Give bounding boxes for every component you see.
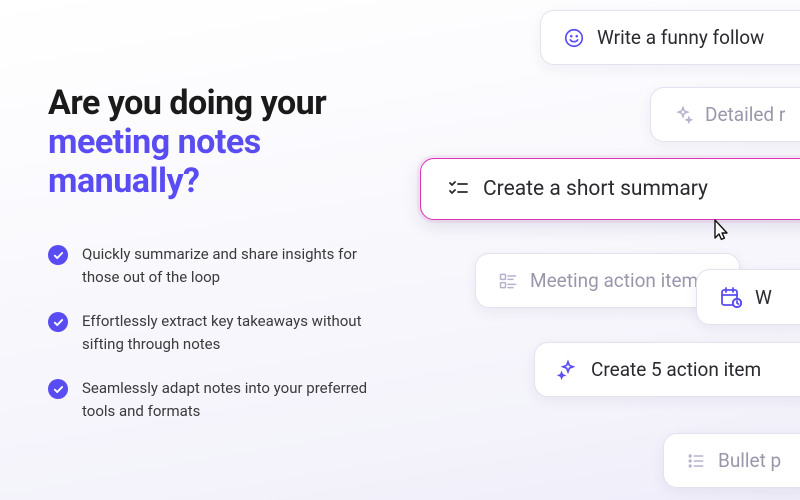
suggestion-pill-actions[interactable]: Create 5 action item xyxy=(534,342,800,397)
feature-text: Effortlessly extract key takeaways witho… xyxy=(82,310,372,355)
pill-label: Write a funny follow xyxy=(597,26,764,49)
sparkles-icon xyxy=(557,359,579,381)
calendar-clock-icon xyxy=(719,285,743,309)
list-icon xyxy=(686,451,706,471)
feature-item: Effortlessly extract key takeaways witho… xyxy=(48,310,380,355)
check-icon xyxy=(48,379,68,399)
page-title: Are you doing your meeting notes manuall… xyxy=(48,84,380,201)
headline-accent: meeting notes manually? xyxy=(48,122,261,201)
suggestion-cloud: Write a funny follow Detailed r Create a… xyxy=(400,0,800,500)
grid-list-icon xyxy=(498,271,518,291)
suggestion-pill-detailed[interactable]: Detailed r xyxy=(650,87,800,142)
smile-icon xyxy=(563,27,585,49)
pill-label: Detailed r xyxy=(705,103,785,126)
feature-list: Quickly summarize and share insights for… xyxy=(48,243,380,422)
suggestion-pill-bulletpoints[interactable]: Bullet p xyxy=(663,433,800,488)
sparkles-icon xyxy=(673,105,693,125)
pill-label: Create a short summary xyxy=(483,177,708,201)
check-icon xyxy=(48,312,68,332)
feature-text: Quickly summarize and share insights for… xyxy=(82,243,372,288)
pill-label: Create 5 action item xyxy=(591,358,761,381)
suggestion-pill-funny[interactable]: Write a funny follow xyxy=(540,10,800,65)
hero-left: Are you doing your meeting notes manuall… xyxy=(0,0,400,500)
pill-label: Bullet p xyxy=(718,449,781,472)
pill-label: W xyxy=(755,286,772,309)
check-icon xyxy=(48,245,68,265)
cursor-icon xyxy=(708,218,732,250)
feature-item: Seamlessly adapt notes into your preferr… xyxy=(48,377,380,422)
suggestion-pill-summary-active[interactable]: Create a short summary xyxy=(420,158,800,220)
suggestion-pill-schedule[interactable]: W xyxy=(696,269,800,325)
pill-label: Meeting action items xyxy=(530,269,708,292)
checklist-icon xyxy=(447,177,471,201)
feature-text: Seamlessly adapt notes into your preferr… xyxy=(82,377,372,422)
headline-part1: Are you doing your xyxy=(48,83,326,123)
feature-item: Quickly summarize and share insights for… xyxy=(48,243,380,288)
